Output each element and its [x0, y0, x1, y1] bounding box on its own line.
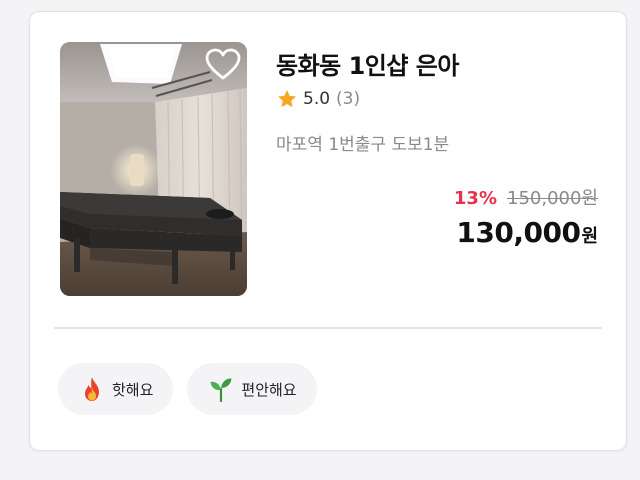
tag-list: 핫해요 편안해요	[58, 363, 331, 415]
fire-icon	[85, 377, 99, 401]
sprout-icon	[210, 378, 232, 402]
rating-value: 5.0	[303, 89, 331, 109]
shop-card[interactable]: 동화동 1인샵 은아 5.0 (3) 마포역 1번출구 도보1분 13% 150…	[29, 11, 627, 451]
original-price: 150,000원	[507, 188, 598, 209]
review-count: (3)	[336, 89, 361, 109]
tag-label: 핫해요	[112, 380, 154, 399]
rating: 5.0 (3)	[276, 88, 360, 110]
shop-thumbnail[interactable]	[60, 42, 247, 296]
divider	[54, 327, 602, 329]
tag-hot[interactable]: 핫해요	[58, 363, 174, 415]
price-unit: 원	[581, 226, 598, 247]
discount-badge: 13%	[453, 188, 497, 209]
location-text: 마포역 1번출구 도보1분	[276, 135, 450, 155]
heart-icon[interactable]	[205, 48, 241, 82]
final-price-row: 130,000원	[456, 216, 598, 249]
tag-comfortable[interactable]: 편안해요	[187, 363, 317, 415]
price-original-row: 13% 150,000원	[454, 184, 598, 210]
final-price: 130,000	[456, 216, 581, 249]
tag-label: 편안해요	[241, 380, 297, 399]
star-icon	[278, 90, 296, 108]
shop-title[interactable]: 동화동 1인샵 은아	[276, 46, 459, 81]
